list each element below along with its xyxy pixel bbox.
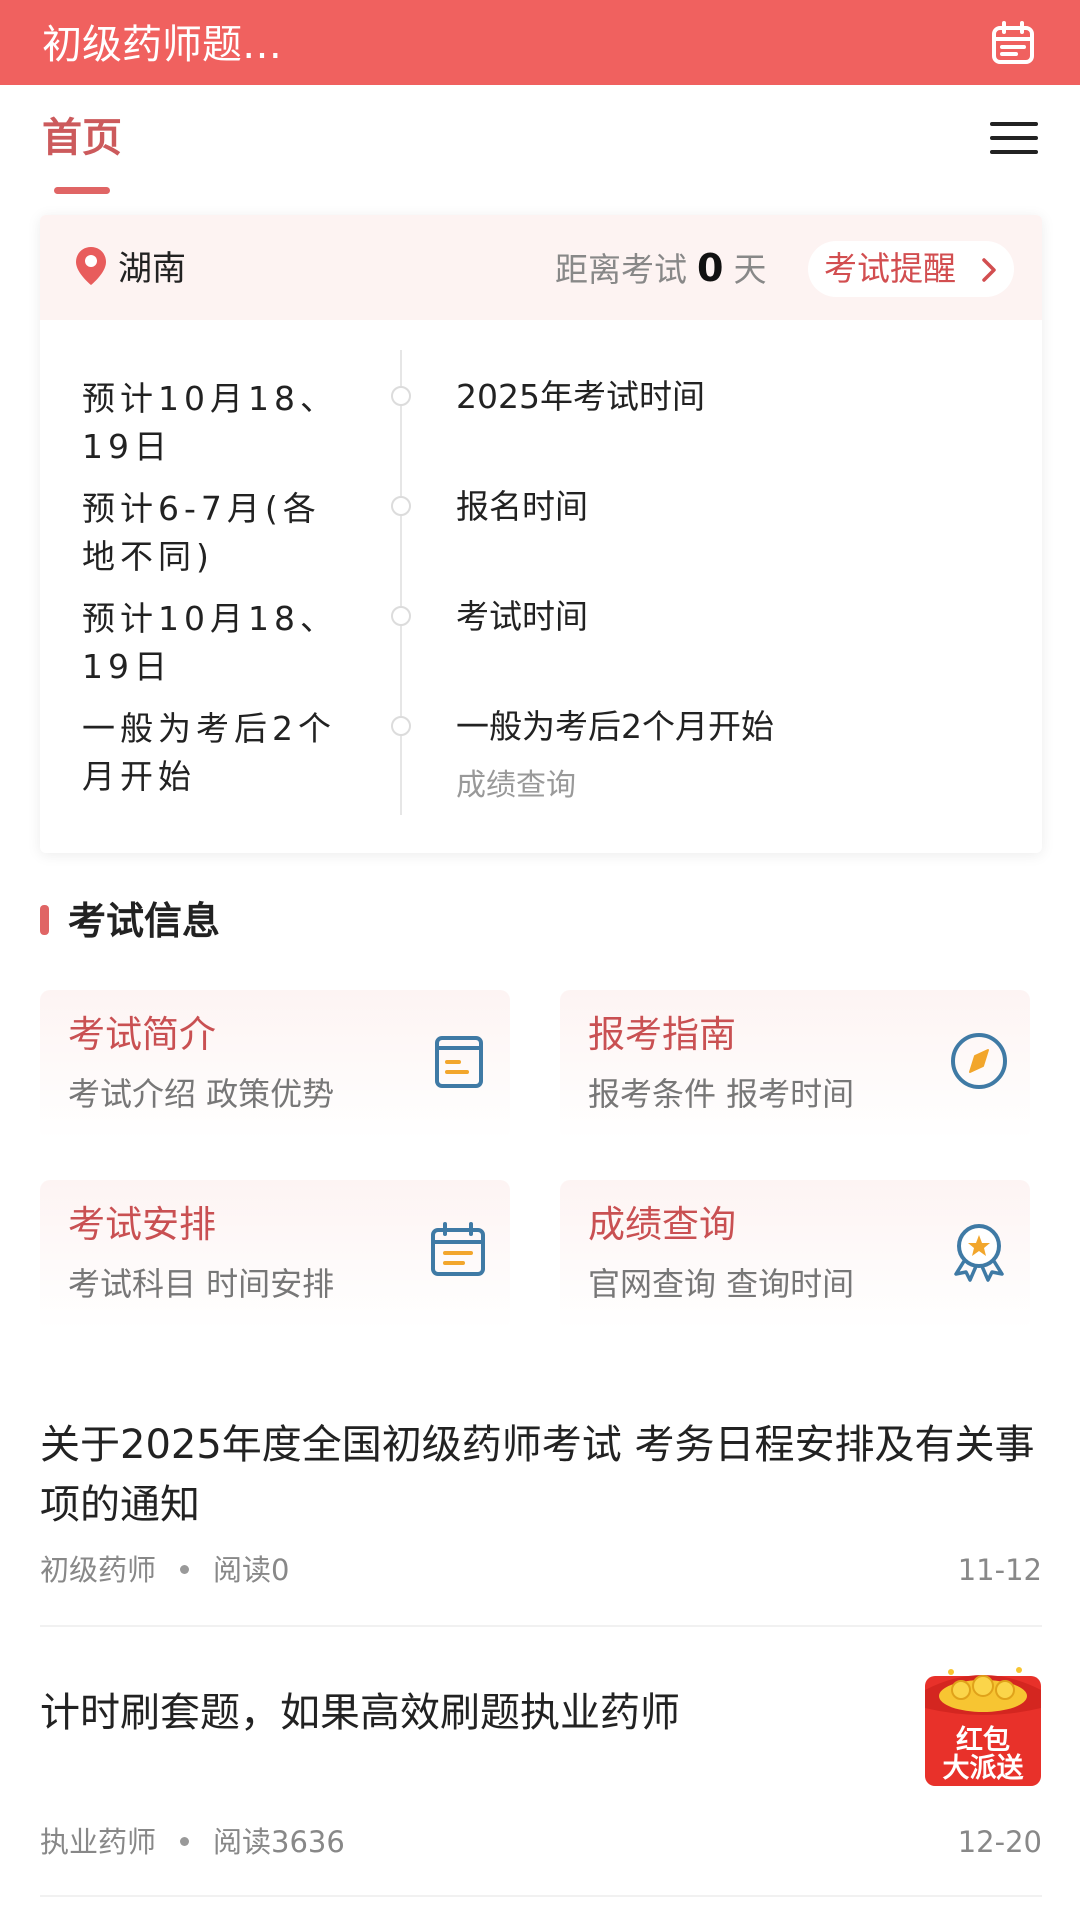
countdown-suffix: 天 — [733, 250, 767, 289]
exam-countdown: 距离考试 0 天 — [555, 245, 766, 293]
promo-line-2: 大派送 — [942, 1753, 1024, 1784]
compass-icon — [951, 1033, 1007, 1089]
timeline-dot — [391, 386, 411, 406]
timeline-left-text: 预计6-7月(各地不同) — [82, 489, 321, 576]
timeline-left-text: 预计10月18、19日 — [82, 599, 338, 686]
red-envelope-promo[interactable]: 红包 大派送 — [923, 1660, 1043, 1788]
timeline-sub-text: 成绩查询 — [456, 768, 576, 803]
promo-line-1: 红包 — [956, 1725, 1010, 1756]
tile-title: 考试简介 — [68, 1013, 216, 1056]
exam-reminder-button[interactable]: 考试提醒 — [808, 241, 1014, 297]
tile-title: 成绩查询 — [588, 1203, 736, 1246]
calendar-icon[interactable] — [990, 20, 1036, 66]
tile-score-inquiry[interactable]: 成绩查询 官网查询 查询时间 — [560, 1180, 1030, 1330]
calendar-icon — [431, 1222, 485, 1276]
timeline-right-text: 2025年考试时间 — [456, 377, 705, 416]
article-meta: 初级药师 阅读0 — [40, 1550, 289, 1590]
region-selector[interactable]: 湖南 — [118, 247, 186, 291]
article-reads: 阅读3636 — [213, 1825, 345, 1859]
timeline-right-text: 考试时间 — [456, 597, 588, 636]
timeline-line — [400, 350, 402, 815]
timeline-dot — [391, 606, 411, 626]
tile-subtitle: 考试科目 时间安排 — [68, 1265, 335, 1303]
article-reads: 阅读0 — [213, 1553, 290, 1587]
tile-registration-guide[interactable]: 报考指南 报考条件 报考时间 — [560, 990, 1030, 1140]
countdown-days: 0 — [697, 246, 724, 290]
article-divider — [40, 1895, 1042, 1897]
article-title[interactable]: 计时刷套题，如果高效刷题执业药师 — [40, 1683, 900, 1743]
article-category: 初级药师 — [40, 1553, 157, 1587]
app-bar: 初级药师题… — [0, 0, 1080, 85]
article-title[interactable]: 关于2025年度全国初级药师考试 考务日程安排及有关事项的通知 — [40, 1415, 1040, 1535]
tile-title: 报考指南 — [588, 1013, 736, 1056]
article-divider — [40, 1625, 1042, 1627]
tile-subtitle: 报考条件 报考时间 — [588, 1075, 855, 1113]
section-title: 考试信息 — [68, 899, 221, 943]
article-category: 执业药师 — [40, 1825, 157, 1859]
hamburger-menu-icon[interactable] — [990, 120, 1038, 156]
timeline-left-text: 预计10月18、19日 — [82, 379, 338, 466]
countdown-prefix: 距离考试 — [555, 250, 687, 289]
timeline-dot — [391, 496, 411, 516]
timeline-right-text: 报名时间 — [456, 487, 588, 526]
tile-subtitle: 考试介绍 政策优势 — [68, 1075, 335, 1113]
exam-schedule-card: 湖南 距离考试 0 天 考试提醒 预计10月18、19日 2025年考试时间 预计6… — [40, 215, 1042, 853]
exam-card-header: 湖南 距离考试 0 天 考试提醒 — [40, 215, 1042, 320]
tab-home-indicator — [54, 187, 110, 194]
article-meta: 执业药师 阅读3636 — [40, 1822, 345, 1862]
tile-exam-arrangement[interactable]: 考试安排 考试科目 时间安排 — [40, 1180, 510, 1330]
timeline-dot — [391, 716, 411, 736]
section-accent-bar — [40, 905, 49, 935]
document-icon — [435, 1036, 483, 1088]
app-title: 初级药师题… — [42, 22, 282, 68]
article-date: 11-12 — [957, 1553, 1042, 1587]
timeline-left-text: 一般为考后2个月开始 — [82, 709, 336, 796]
article-date: 12-20 — [957, 1825, 1042, 1859]
tile-subtitle: 官网查询 查询时间 — [588, 1265, 855, 1303]
timeline-right-text: 一般为考后2个月开始 — [456, 707, 774, 746]
chevron-right-icon — [982, 258, 996, 282]
tab-home[interactable]: 首页 — [42, 112, 122, 164]
location-pin-icon — [76, 247, 106, 285]
award-medal-icon — [954, 1224, 1004, 1282]
exam-reminder-label: 考试提醒 — [824, 249, 956, 288]
meta-separator-dot — [180, 1836, 190, 1846]
meta-separator-dot — [180, 1564, 190, 1574]
tile-exam-intro[interactable]: 考试简介 考试介绍 政策优势 — [40, 990, 510, 1140]
tile-title: 考试安排 — [68, 1203, 216, 1246]
